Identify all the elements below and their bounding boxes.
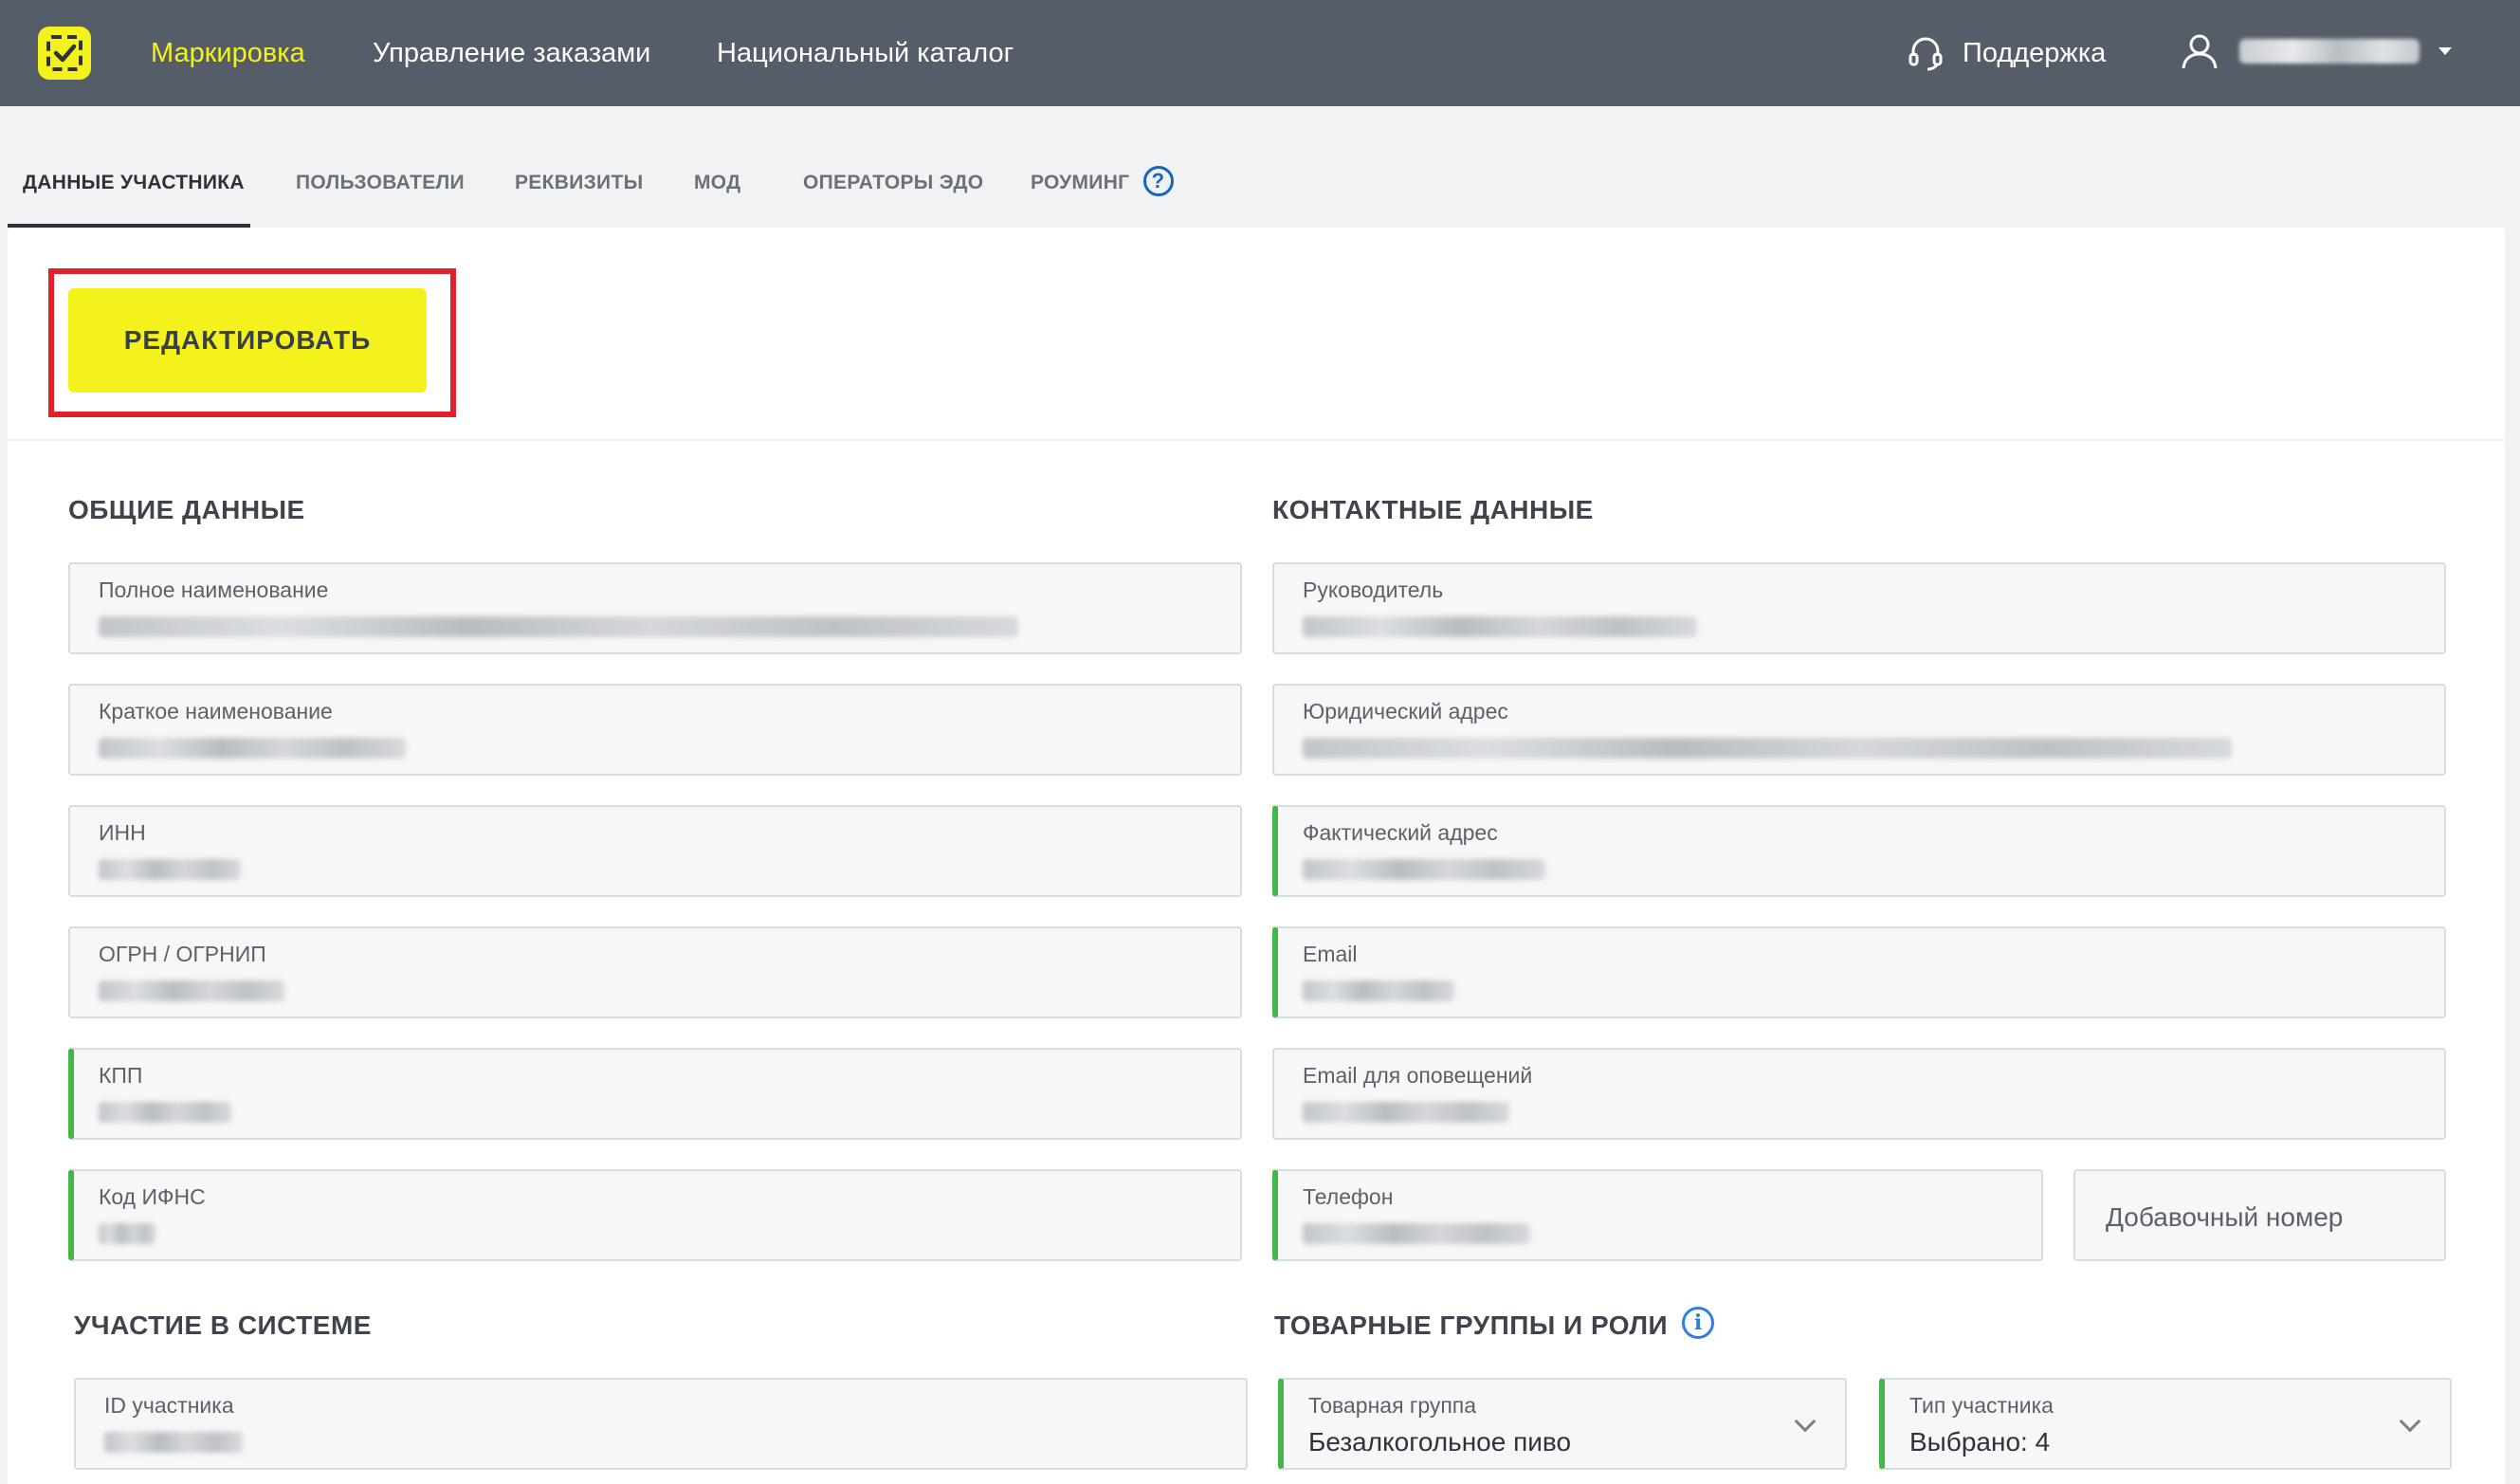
field-label: Email для оповещений [1303, 1063, 1533, 1088]
info-icon[interactable]: i [1682, 1307, 1714, 1339]
contact-data-title: КОНТАКТНЫЕ ДАННЫЕ [1272, 495, 1594, 524]
redacted-value [1303, 616, 1697, 637]
field-label: Телефон [1303, 1184, 1394, 1209]
redacted-value [1303, 859, 1545, 880]
redacted-value [104, 1432, 243, 1453]
tab-mod[interactable]: МОД [694, 169, 740, 197]
support-label: Поддержка [1963, 38, 2107, 68]
tab-participant-data[interactable]: ДАННЫЕ УЧАСТНИКА [23, 169, 245, 197]
participant-type-value: Выбрано: 4 [1909, 1427, 2051, 1457]
top-bar: Маркировка Управление заказами Националь… [0, 0, 2520, 106]
full-name-field[interactable]: Полное наименование [68, 562, 1242, 654]
field-label: Email [1303, 942, 1358, 966]
edit-button[interactable]: РЕДАКТИРОВАТЬ [68, 288, 427, 393]
tab-requisites[interactable]: РЕКВИЗИТЫ [515, 169, 643, 197]
redacted-value [99, 859, 241, 880]
user-name-redacted [2239, 39, 2420, 64]
field-label: ОГРН / ОГРНИП [99, 942, 266, 966]
user-icon [2182, 34, 2218, 69]
field-label: Краткое наименование [99, 699, 333, 724]
redacted-value [1303, 1223, 1530, 1244]
ogrn-field[interactable]: ОГРН / ОГРНИП [68, 926, 1242, 1018]
redacted-value [99, 738, 406, 759]
redacted-value [1303, 1102, 1509, 1123]
ifns-code-field[interactable]: Код ИФНС [68, 1169, 1242, 1261]
general-data-title: ОБЩИЕ ДАННЫЕ [68, 495, 305, 524]
field-label: Полное наименование [99, 577, 329, 602]
legal-address-field[interactable]: Юридический адрес [1272, 684, 2446, 776]
chevron-down-icon [2399, 1410, 2421, 1433]
field-label: КПП [99, 1063, 143, 1088]
field-label: Код ИФНС [99, 1184, 206, 1209]
headset-icon [1908, 37, 1943, 71]
extension-placeholder: Добавочный номер [2106, 1201, 2344, 1232]
phone-field[interactable]: Телефон [1272, 1169, 2043, 1261]
redacted-value [99, 616, 1018, 637]
redacted-value [1303, 738, 2232, 759]
extension-field[interactable]: Добавочный номер [2073, 1169, 2446, 1261]
caret-down-icon [2438, 47, 2452, 55]
field-label: Тип участника [1909, 1393, 2054, 1418]
field-label: Юридический адрес [1303, 699, 1508, 724]
redacted-value [1303, 980, 1454, 1001]
nav-order-management[interactable]: Управление заказами [373, 34, 650, 72]
tab-users[interactable]: ПОЛЬЗОВАТЕЛИ [296, 169, 465, 197]
product-group-value: Безалкогольное пиво [1308, 1427, 1572, 1457]
tab-roaming-label: РОУМИНГ [1031, 172, 1130, 193]
kpp-field[interactable]: КПП [68, 1048, 1242, 1140]
user-menu[interactable] [2179, 30, 2452, 72]
redacted-value [99, 1102, 231, 1123]
actual-address-field[interactable]: Фактический адрес [1272, 805, 2446, 897]
tab-bar: ДАННЫЕ УЧАСТНИКА ПОЛЬЗОВАТЕЛИ РЕКВИЗИТЫ … [0, 152, 2520, 228]
field-label: Руководитель [1303, 577, 1444, 602]
help-icon[interactable]: ? [1142, 166, 1174, 197]
field-label: Товарная группа [1308, 1393, 1477, 1418]
email-field[interactable]: Email [1272, 926, 2446, 1018]
tab-edo-operators[interactable]: ОПЕРАТОРЫ ЭДО [803, 169, 983, 197]
product-group-select[interactable]: Товарная группа Безалкогольное пиво [1278, 1378, 1847, 1470]
participant-type-select[interactable]: Тип участника Выбрано: 4 [1879, 1378, 2452, 1470]
notification-email-field[interactable]: Email для оповещений [1272, 1048, 2446, 1140]
director-field[interactable]: Руководитель [1272, 562, 2446, 654]
tab-roaming[interactable]: РОУМИНГ ? [1031, 166, 1174, 197]
nav-marking[interactable]: Маркировка [151, 34, 305, 72]
nav-national-catalog[interactable]: Национальный каталог [717, 34, 1013, 72]
short-name-field[interactable]: Краткое наименование [68, 684, 1242, 776]
inn-field[interactable]: ИНН [68, 805, 1242, 897]
redacted-value [99, 980, 284, 1001]
support-link[interactable]: Поддержка [1906, 32, 2106, 74]
product-groups-title: ТОВАРНЫЕ ГРУППЫ И РОЛИ [1274, 1310, 1669, 1340]
logo-icon[interactable] [38, 27, 91, 80]
participation-title: УЧАСТИЕ В СИСТЕМЕ [74, 1310, 372, 1340]
divider [8, 439, 2505, 441]
field-label: ID участника [104, 1393, 234, 1418]
field-label: ИНН [99, 820, 146, 845]
chevron-down-icon [1794, 1410, 1817, 1433]
participant-id-field[interactable]: ID участника [74, 1378, 1248, 1470]
redacted-value [99, 1223, 155, 1244]
field-label: Фактический адрес [1303, 820, 1498, 845]
